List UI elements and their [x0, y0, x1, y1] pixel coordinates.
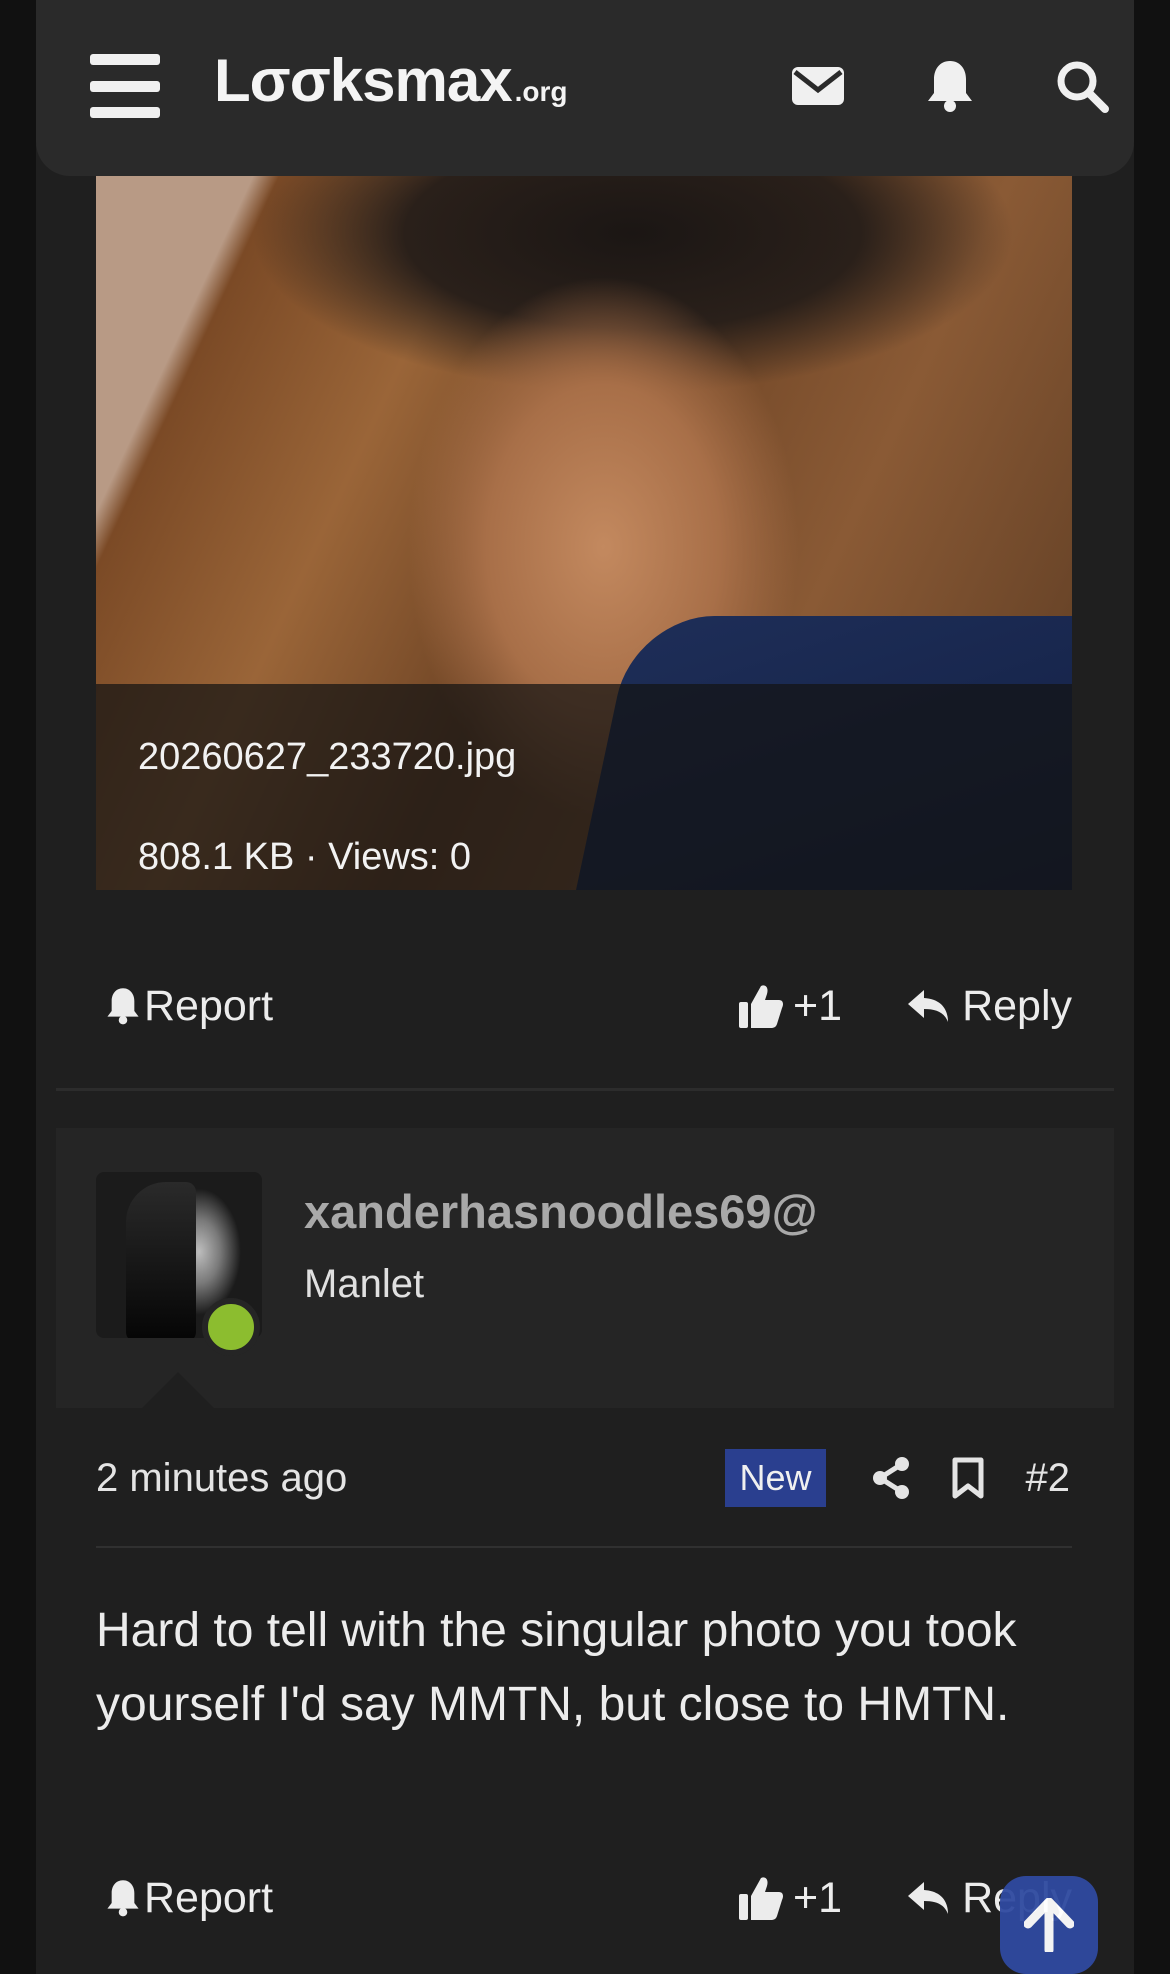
attachment-filename: 20260627_233720.jpg	[138, 736, 517, 778]
bell-icon[interactable]	[920, 56, 980, 116]
thumbs-up-icon	[739, 1877, 784, 1920]
online-indicator	[202, 1298, 260, 1356]
arrow-up-icon	[1024, 1898, 1074, 1952]
reply-arrow-icon	[908, 1882, 949, 1914]
attachment-image[interactable]: 20260627_233720.jpg 808.1 KB · Views: 0	[96, 176, 1072, 890]
envelope-icon[interactable]	[788, 56, 848, 116]
username[interactable]: xanderhasnoodles69@	[304, 1184, 817, 1239]
share-icon[interactable]	[872, 1457, 910, 1499]
attachment-meta: 808.1 KB · Views: 0	[138, 836, 472, 878]
post-user-block: xanderhasnoodles69@ Manlet	[56, 1128, 1114, 1408]
logo-tld: .org	[514, 76, 568, 107]
user-block-notch	[142, 1372, 214, 1408]
scroll-to-top-button[interactable]	[1000, 1876, 1098, 1974]
thumbs-up-icon	[739, 985, 784, 1028]
post-actions-bar: Report +1 Reply	[96, 1868, 1072, 1928]
report-button[interactable]: Report	[106, 982, 273, 1031]
like-button[interactable]: +1	[737, 982, 842, 1031]
bookmark-icon[interactable]	[952, 1457, 984, 1499]
post-number[interactable]: #2	[1026, 1456, 1071, 1501]
search-icon[interactable]	[1052, 56, 1112, 116]
reply-label: Reply	[962, 981, 1072, 1030]
post-divider	[56, 1088, 1114, 1091]
post-timestamp[interactable]: 2 minutes ago	[96, 1456, 725, 1501]
hamburger-menu-icon[interactable]	[90, 54, 160, 118]
reply-button[interactable]: Reply	[906, 982, 1072, 1031]
attachment-caption: 20260627_233720.jpg 808.1 KB · Views: 0	[96, 684, 1072, 890]
post-meta-divider	[96, 1546, 1072, 1548]
post-message: Hard to tell with the singular photo you…	[96, 1604, 1017, 1731]
site-logo[interactable]: Lσσksmax .org	[214, 46, 567, 126]
post-actions-bar: Report +1 Reply	[96, 976, 1072, 1036]
top-navigation-bar: Lσσksmax .org	[36, 0, 1134, 176]
bell-icon	[107, 988, 139, 1025]
like-button[interactable]: +1	[737, 1874, 842, 1923]
user-title: Manlet	[304, 1262, 425, 1306]
like-count: +1	[793, 1873, 843, 1922]
reply-arrow-icon	[908, 990, 949, 1022]
report-label: Report	[144, 981, 274, 1030]
bell-icon	[107, 1880, 139, 1917]
like-count: +1	[793, 981, 843, 1030]
report-button[interactable]: Report	[106, 1874, 273, 1923]
logo-text: Lσσksmax	[214, 47, 513, 114]
post-meta-row: 2 minutes ago New #2	[96, 1446, 1072, 1510]
new-badge: New	[725, 1449, 826, 1507]
report-label: Report	[144, 1873, 274, 1922]
